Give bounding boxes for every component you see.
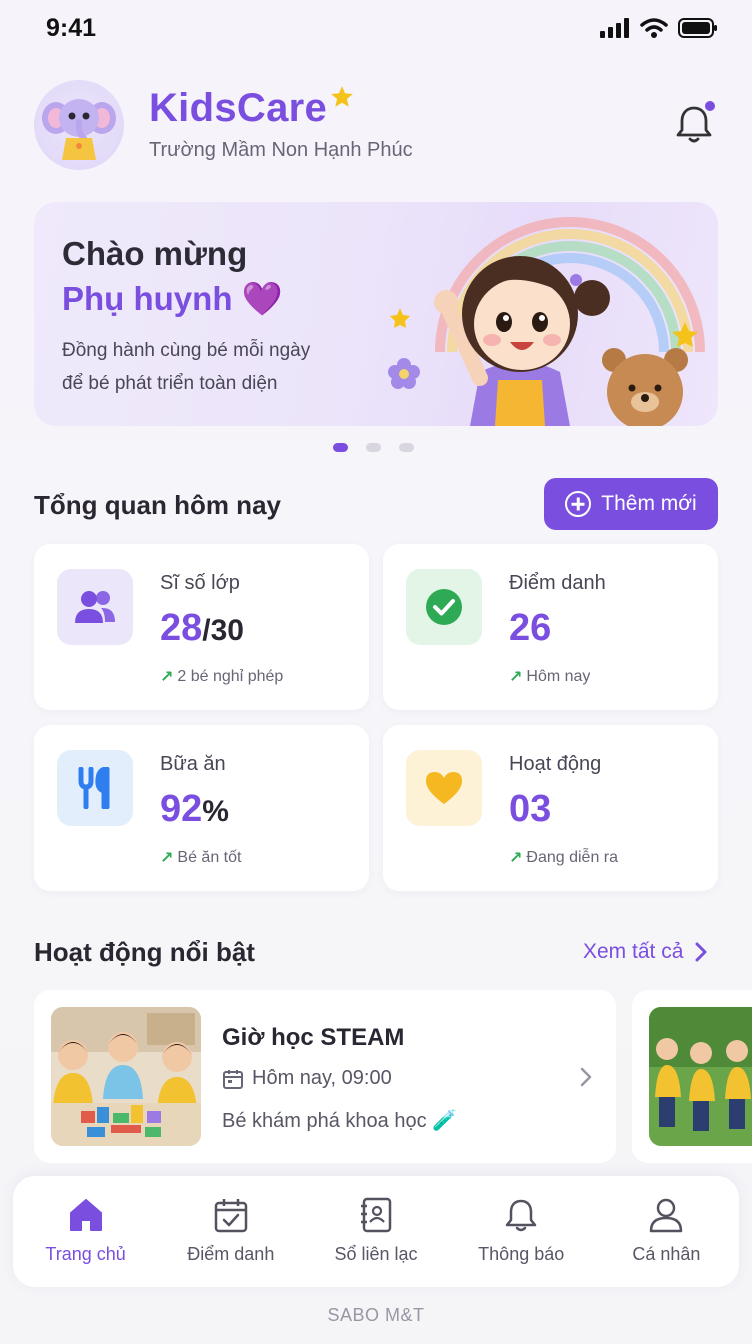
stat-value: 03 (509, 788, 552, 830)
calendar-check-icon (214, 1199, 248, 1233)
signal-icon (600, 18, 629, 38)
stat-label: Điểm danh (509, 572, 606, 594)
users-icon (57, 569, 133, 645)
activity-title: Giờ học STEAM (222, 1024, 405, 1051)
battery-icon (678, 18, 717, 38)
nav-item-notifications[interactable]: Thông báo (449, 1176, 594, 1287)
bottom-navigation: Trang chủ Điểm danh Sổ liên lạc Thông bá… (13, 1176, 739, 1287)
trend-up-icon: ↗ (509, 669, 523, 686)
stat-card-class-size[interactable]: Sĩ số lớp 28/30 ↗ 2 bé nghỉ phép (34, 544, 369, 710)
add-new-label: Thêm mới (601, 492, 697, 515)
pagination-dot[interactable] (366, 443, 381, 452)
stat-note: ↗ 2 bé nghỉ phép (160, 668, 284, 686)
heart-icon (406, 750, 482, 826)
chevron-right-icon[interactable] (579, 1066, 593, 1088)
stat-label: Hoạt động (509, 753, 602, 775)
elephant-mascot-icon (42, 99, 116, 160)
add-new-button[interactable]: Thêm mới (544, 478, 718, 530)
school-name: Trường Mầm Non Hạnh Phúc (149, 139, 413, 161)
fork-knife-icon (57, 750, 133, 826)
nav-item-profile[interactable]: Cá nhân (594, 1176, 739, 1287)
wifi-icon (640, 18, 668, 38)
avatar[interactable] (34, 80, 124, 170)
activity-card[interactable]: Giờ học STEAM Hôm nay, 09:00 Bé khám phá… (34, 990, 616, 1163)
trend-up-icon: ↗ (160, 669, 174, 686)
plus-circle-icon (565, 491, 592, 517)
stat-card-meals[interactable]: Bữa ăn 92% ↗ Bé ăn tốt (34, 725, 369, 891)
stat-card-activities[interactable]: Hoạt động 03 ↗ Đang diễn ra (383, 725, 718, 891)
trend-up-icon: ↗ (160, 850, 174, 867)
banner-audience: Phụ huynh 💜 (62, 280, 283, 317)
banner-greeting: Chào mừng (62, 235, 248, 272)
home-icon (69, 1199, 102, 1231)
see-all-link[interactable]: Xem tất cả (583, 940, 707, 964)
stat-label: Bữa ăn (160, 753, 226, 775)
user-icon (650, 1198, 683, 1233)
notification-dot (703, 99, 717, 113)
featured-title: Hoạt động nổi bật (34, 937, 255, 967)
activity-photo (51, 1007, 201, 1146)
bell-icon (505, 1199, 537, 1232)
pagination-dot[interactable] (399, 443, 414, 452)
pagination-dot-active[interactable] (333, 443, 348, 452)
stat-card-attendance[interactable]: Điểm danh 26 ↗ Hôm nay (383, 544, 718, 710)
banner-subtitle-line1: Đồng hành cùng bé mỗi ngày (62, 340, 311, 361)
activity-time: Hôm nay, 09:00 (222, 1067, 392, 1090)
nav-item-contact-book[interactable]: Sổ liên lạc (303, 1176, 448, 1287)
calendar-icon (223, 1069, 243, 1089)
app-title: KidsCare (149, 86, 328, 130)
contact-book-icon (361, 1197, 392, 1233)
activity-photo (649, 1007, 752, 1146)
banner-pagination (333, 443, 414, 452)
activity-description: Bé khám phá khoa học 🧪 (222, 1110, 458, 1132)
see-all-label: Xem tất cả (583, 940, 684, 963)
star-icon (331, 86, 353, 107)
stat-value: 28/30 (160, 607, 244, 649)
stat-note: ↗ Hôm nay (509, 668, 591, 686)
chevron-right-icon (695, 942, 707, 962)
overview-title: Tổng quan hôm nay (34, 490, 281, 520)
footer-brand: SABO M&T (327, 1305, 425, 1325)
check-circle-icon (406, 569, 482, 645)
stat-note: ↗ Bé ăn tốt (160, 849, 242, 867)
status-time: 9:41 (46, 14, 97, 42)
status-icons (600, 18, 718, 38)
stat-value: 26 (509, 607, 552, 649)
activity-card-next[interactable] (632, 990, 752, 1163)
nav-item-home[interactable]: Trang chủ (13, 1176, 158, 1287)
banner-girl-illustration (388, 217, 705, 426)
trend-up-icon: ↗ (509, 850, 523, 867)
stat-label: Sĩ số lớp (160, 572, 240, 594)
banner-subtitle-line2: để bé phát triển toàn diện (62, 373, 278, 394)
stat-value: 92% (160, 788, 229, 830)
stat-note: ↗ Đang diễn ra (509, 849, 619, 867)
nav-item-attendance[interactable]: Điểm danh (158, 1176, 303, 1287)
